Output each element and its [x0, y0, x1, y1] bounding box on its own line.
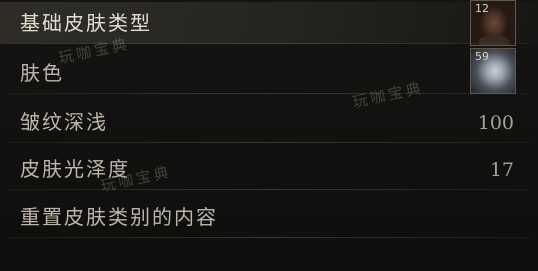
menu-item-label: 肤色: [20, 61, 64, 85]
menu-item-wrinkle-depth[interactable]: 皱纹深浅 100: [0, 101, 538, 143]
menu-item-label: 基础皮肤类型: [20, 11, 152, 35]
divider: [8, 43, 530, 44]
divider: [8, 237, 530, 238]
wrinkle-depth-value: 100: [477, 112, 514, 134]
menu-item-label: 重置皮肤类别的内容: [20, 205, 218, 229]
skin-type-thumbnail[interactable]: 12: [470, 0, 516, 46]
skin-gloss-value: 17: [489, 159, 514, 181]
menu-item-label: 皱纹深浅: [20, 110, 108, 134]
menu-item-base-skin-type[interactable]: 基础皮肤类型 12: [0, 0, 538, 46]
divider: [8, 142, 530, 143]
skin-color-thumbnail[interactable]: 59: [470, 48, 516, 94]
divider: [8, 189, 530, 190]
menu-item-reset-skin[interactable]: 重置皮肤类别的内容: [0, 196, 538, 238]
menu-item-skin-color[interactable]: 肤色 59: [0, 48, 538, 94]
skin-settings-panel: 基础皮肤类型 12 肤色 59 皱纹深浅 100 皮肤光泽度 17 重置皮肤类别…: [0, 0, 538, 271]
divider: [8, 93, 530, 94]
skin-type-number: 12: [475, 2, 489, 15]
menu-item-label: 皮肤光泽度: [20, 157, 130, 181]
skin-color-number: 59: [475, 50, 489, 63]
menu-item-skin-gloss[interactable]: 皮肤光泽度 17: [0, 148, 538, 190]
